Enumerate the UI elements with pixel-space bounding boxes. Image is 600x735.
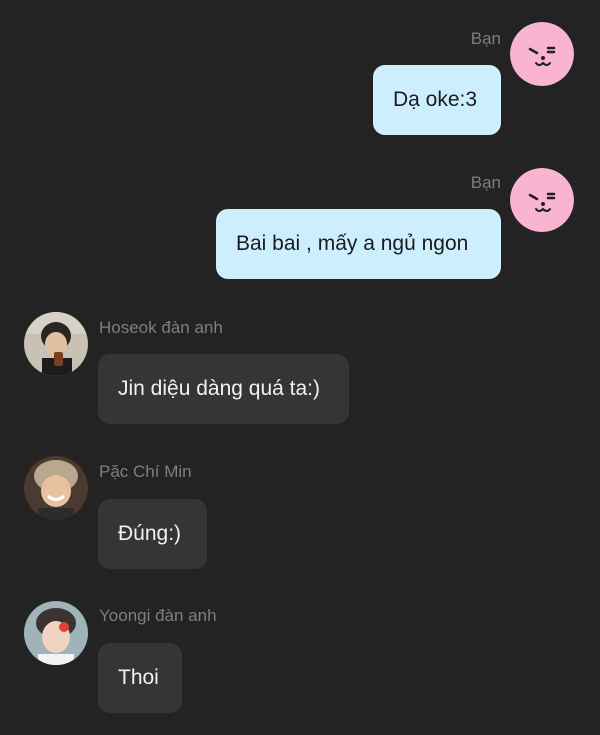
chat-thread: Bạn Dạ oke:3 Bạn Bai bai , mấy a ngủ ngo…	[0, 0, 600, 735]
message-bubble[interactable]: Thoi	[98, 643, 182, 713]
message-bubble[interactable]: Bai bai , mấy a ngủ ngon	[216, 209, 501, 279]
person-photo-icon[interactable]	[24, 456, 88, 520]
message-bubble[interactable]: Đúng:)	[98, 499, 207, 569]
person-photo-icon[interactable]	[24, 601, 88, 665]
message-text: Jin diệu dàng quá ta:)	[118, 377, 320, 400]
sender-name: Bạn	[470, 173, 501, 192]
bt21-pink-face-icon[interactable]	[510, 168, 574, 232]
message-text: Dạ oke:3	[393, 88, 478, 111]
message-bubble[interactable]: Jin diệu dàng quá ta:)	[98, 354, 349, 424]
sender-name: Yoongi đàn anh	[99, 606, 217, 625]
message-text: Đúng:)	[118, 522, 182, 545]
person-photo-icon[interactable]	[24, 312, 88, 376]
bt21-pink-face-icon[interactable]	[510, 22, 574, 86]
message-text: Bai bai , mấy a ngủ ngon	[236, 232, 469, 255]
sender-name: Pặc Chí Min	[99, 462, 192, 481]
sender-name: Hoseok đàn anh	[99, 318, 223, 337]
message-text: Thoi	[118, 666, 159, 689]
sender-name: Bạn	[470, 29, 501, 48]
message-bubble[interactable]: Dạ oke:3	[373, 65, 501, 135]
